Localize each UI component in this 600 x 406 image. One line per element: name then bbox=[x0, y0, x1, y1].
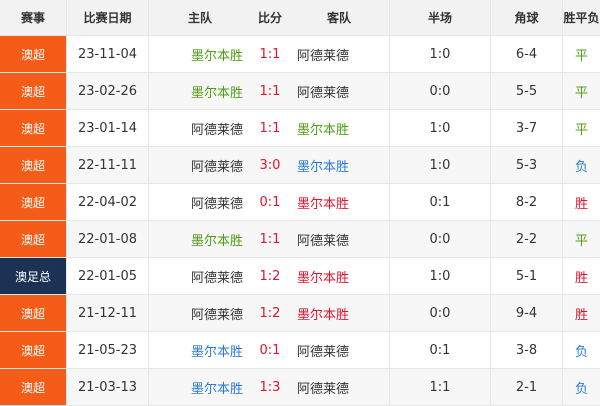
match-result: 负 bbox=[562, 332, 600, 368]
match-date: 22-01-08 bbox=[66, 221, 148, 257]
header-home: 主队 bbox=[148, 0, 251, 35]
corner-count: 3-8 bbox=[490, 332, 562, 368]
corner-count: 5-3 bbox=[490, 147, 562, 183]
match-date: 22-11-11 bbox=[66, 147, 148, 183]
match-result: 胜 bbox=[562, 258, 600, 294]
match-score[interactable]: 1:1 bbox=[251, 110, 289, 146]
competition-badge: 澳超 bbox=[0, 147, 66, 183]
competition-badge: 澳超 bbox=[0, 110, 66, 146]
match-date: 23-02-26 bbox=[66, 73, 148, 109]
match-result: 平 bbox=[562, 221, 600, 257]
competition-badge: 澳超 bbox=[0, 73, 66, 109]
table-row: 澳超 21-03-13 墨尔本胜 1:3 阿德莱德 1:1 2-1 负 bbox=[0, 369, 600, 406]
away-team[interactable]: 阿德莱德 bbox=[289, 36, 389, 72]
home-team[interactable]: 阿德莱德 bbox=[148, 184, 251, 220]
match-result: 平 bbox=[562, 36, 600, 72]
away-team[interactable]: 墨尔本胜 bbox=[289, 184, 389, 220]
corner-count: 5-5 bbox=[490, 73, 562, 109]
half-time-score: 0:1 bbox=[389, 184, 490, 220]
match-result: 胜 bbox=[562, 295, 600, 331]
table-row: 澳超 23-02-26 墨尔本胜 1:1 阿德莱德 0:0 5-5 平 bbox=[0, 73, 600, 110]
match-result: 胜 bbox=[562, 184, 600, 220]
match-score[interactable]: 1:1 bbox=[251, 73, 289, 109]
home-team[interactable]: 墨尔本胜 bbox=[148, 221, 251, 257]
competition-badge: 澳超 bbox=[0, 221, 66, 257]
corner-count: 3-7 bbox=[490, 110, 562, 146]
table-row: 澳超 22-01-08 墨尔本胜 1:1 阿德莱德 0:0 2-2 平 bbox=[0, 221, 600, 258]
half-time-score: 0:1 bbox=[389, 332, 490, 368]
home-team[interactable]: 墨尔本胜 bbox=[148, 332, 251, 368]
header-away: 客队 bbox=[326, 11, 351, 25]
away-team[interactable]: 墨尔本胜 bbox=[289, 110, 389, 146]
home-team[interactable]: 墨尔本胜 bbox=[148, 73, 251, 109]
away-team[interactable]: 阿德莱德 bbox=[289, 73, 389, 109]
competition-badge: 澳超 bbox=[0, 332, 66, 368]
home-team[interactable]: 墨尔本胜 bbox=[148, 36, 251, 72]
match-date: 22-01-05 bbox=[66, 258, 148, 294]
match-history-table: 赛事 比赛日期 主队 比分 客队 半场 角球 胜平负 澳超 23-11-04 墨尔本… bbox=[0, 0, 600, 406]
match-date: 23-11-04 bbox=[66, 36, 148, 72]
match-score[interactable]: 1:1 bbox=[251, 36, 289, 72]
match-score[interactable]: 0:1 bbox=[251, 184, 289, 220]
half-time-score: 1:0 bbox=[389, 110, 490, 146]
home-team[interactable]: 阿德莱德 bbox=[148, 110, 251, 146]
match-date: 22-04-02 bbox=[66, 184, 148, 220]
half-time-score: 1:0 bbox=[389, 36, 490, 72]
table-row: 澳超 21-05-23 墨尔本胜 0:1 阿德莱德 0:1 3-8 负 bbox=[0, 332, 600, 369]
half-time-score: 0:0 bbox=[389, 221, 490, 257]
half-time-score: 1:0 bbox=[389, 258, 490, 294]
competition-badge: 澳足总 bbox=[0, 258, 66, 294]
match-score[interactable]: 1:2 bbox=[251, 295, 289, 331]
half-time-score: 0:0 bbox=[389, 295, 490, 331]
corner-count: 5-1 bbox=[490, 258, 562, 294]
competition-badge: 澳超 bbox=[0, 295, 66, 331]
match-score[interactable]: 3:0 bbox=[251, 147, 289, 183]
match-score[interactable]: 1:1 bbox=[251, 221, 289, 257]
header-score: 比分 bbox=[257, 11, 282, 25]
table-row: 澳超 22-11-11 阿德莱德 3:0 墨尔本胜 1:0 5-3 负 bbox=[0, 147, 600, 184]
away-team[interactable]: 墨尔本胜 bbox=[289, 295, 389, 331]
match-score[interactable]: 1:2 bbox=[251, 258, 289, 294]
header-half: 半场 bbox=[389, 0, 490, 35]
half-time-score: 0:0 bbox=[389, 73, 490, 109]
table-row: 澳足总 22-01-05 阿德莱德 1:2 墨尔本胜 1:0 5-1 胜 bbox=[0, 258, 600, 295]
home-team[interactable]: 阿德莱德 bbox=[148, 147, 251, 183]
match-score[interactable]: 0:1 bbox=[251, 332, 289, 368]
match-date: 23-01-14 bbox=[66, 110, 148, 146]
away-team[interactable]: 墨尔本胜 bbox=[289, 147, 389, 183]
match-result: 负 bbox=[562, 147, 600, 183]
header-competition: 赛事 bbox=[20, 11, 45, 25]
competition-badge: 澳超 bbox=[0, 36, 66, 72]
away-team[interactable]: 墨尔本胜 bbox=[289, 258, 389, 294]
away-team[interactable]: 阿德莱德 bbox=[289, 221, 389, 257]
corner-count: 8-2 bbox=[490, 184, 562, 220]
table-row: 澳超 21-12-11 阿德莱德 1:2 墨尔本胜 0:0 9-4 胜 bbox=[0, 295, 600, 332]
corner-count: 2-2 bbox=[490, 221, 562, 257]
table-row: 澳超 23-11-04 墨尔本胜 1:1 阿德莱德 1:0 6-4 平 bbox=[0, 36, 600, 73]
match-result: 平 bbox=[562, 73, 600, 109]
table-header: 赛事 比赛日期 主队 比分 客队 半场 角球 胜平负 bbox=[0, 0, 600, 36]
table-row: 澳超 22-04-02 阿德莱德 0:1 墨尔本胜 0:1 8-2 胜 bbox=[0, 184, 600, 221]
match-date: 21-05-23 bbox=[66, 332, 148, 368]
competition-badge: 澳超 bbox=[0, 184, 66, 220]
match-date: 21-12-11 bbox=[66, 295, 148, 331]
half-time-score: 1:0 bbox=[389, 147, 490, 183]
corner-count: 6-4 bbox=[490, 36, 562, 72]
table-row: 澳超 23-01-14 阿德莱德 1:1 墨尔本胜 1:0 3-7 平 bbox=[0, 110, 600, 147]
header-date: 比赛日期 bbox=[66, 0, 148, 35]
header-result: 胜平负 bbox=[562, 0, 600, 35]
home-team[interactable]: 阿德莱德 bbox=[148, 295, 251, 331]
away-team[interactable]: 阿德莱德 bbox=[289, 332, 389, 368]
corner-count: 9-4 bbox=[490, 295, 562, 331]
header-corners: 角球 bbox=[490, 0, 562, 35]
match-result: 平 bbox=[562, 110, 600, 146]
home-team[interactable]: 阿德莱德 bbox=[148, 258, 251, 294]
